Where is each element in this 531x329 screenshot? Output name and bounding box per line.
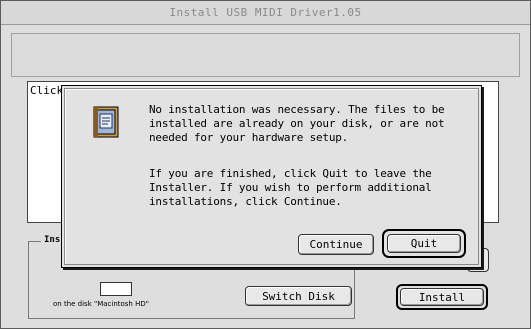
continue-button[interactable]: Continue <box>298 234 374 255</box>
installer-icon <box>93 106 119 138</box>
alert-dialog: No installation was necessary. The files… <box>61 85 482 268</box>
title-bar[interactable]: Install USB MIDI Driver1.05 <box>1 1 530 25</box>
disk-icon <box>100 282 132 296</box>
window-title: Install USB MIDI Driver1.05 <box>169 6 362 19</box>
switch-disk-button[interactable]: Switch Disk <box>245 286 352 306</box>
install-group-legend: Ins <box>41 235 64 245</box>
install-button[interactable]: Install <box>396 284 488 310</box>
disk-label: on the disk "Macintosh HD" <box>53 300 149 308</box>
quit-button-label: Quit <box>387 234 461 253</box>
quit-button[interactable]: Quit <box>382 229 466 258</box>
alert-message-primary: No installation was necessary. The files… <box>149 103 445 144</box>
main-panel <box>11 33 520 77</box>
install-button-label: Install <box>400 288 484 306</box>
text-area-partial-text: Click <box>30 84 64 97</box>
alert-message-secondary: If you are finished, click Quit to leave… <box>149 167 432 208</box>
